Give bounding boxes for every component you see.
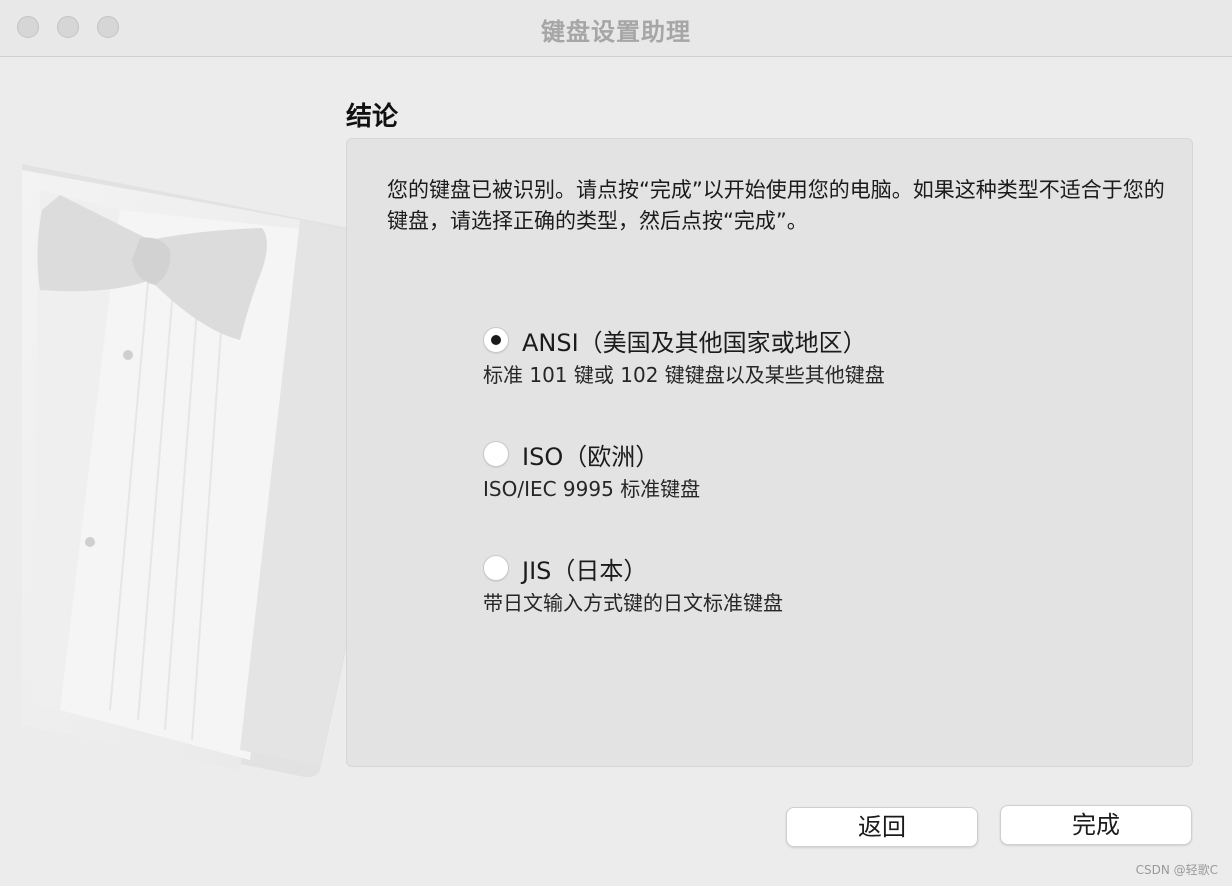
option-description: 带日文输入方式键的日文标准键盘: [483, 591, 783, 615]
option-description: ISO/IEC 9995 标准键盘: [483, 477, 701, 501]
radio-button-jis[interactable]: [483, 555, 509, 581]
done-button[interactable]: 完成: [1000, 805, 1192, 845]
section-title: 结论: [346, 102, 399, 132]
keyboard-setup-window: 键盘设置助理 结论 您的键盘已被识别。请点按“完成”以开始使用您的电脑。如果这种…: [0, 0, 1232, 886]
window-title: 键盘设置助理: [541, 18, 691, 46]
radio-button-iso[interactable]: [483, 441, 509, 467]
option-label[interactable]: ISO（欧洲）: [522, 437, 659, 472]
title-bar: 键盘设置助理: [0, 0, 1232, 57]
intro-text: 您的键盘已被识别。请点按“完成”以开始使用您的电脑。如果这种类型不适合于您的键盘…: [387, 178, 1165, 233]
option-jis[interactable]: JIS（日本） 带日文输入方式键的日文标准键盘: [483, 553, 783, 616]
option-label[interactable]: JIS（日本）: [522, 551, 647, 586]
option-ansi[interactable]: ANSI（美国及其他国家或地区） 标准 101 键或 102 键键盘以及某些其他…: [483, 325, 885, 388]
content-panel: 您的键盘已被识别。请点按“完成”以开始使用您的电脑。如果这种类型不适合于您的键盘…: [346, 138, 1193, 767]
back-button[interactable]: 返回: [786, 807, 978, 847]
watermark: CSDN @轻歌C: [1135, 863, 1218, 877]
radio-selected-dot: [491, 335, 501, 345]
option-description: 标准 101 键或 102 键键盘以及某些其他键盘: [483, 363, 885, 387]
radio-button-ansi[interactable]: [483, 327, 509, 353]
option-label[interactable]: ANSI（美国及其他国家或地区）: [522, 323, 867, 358]
option-iso[interactable]: ISO（欧洲） ISO/IEC 9995 标准键盘: [483, 439, 700, 502]
